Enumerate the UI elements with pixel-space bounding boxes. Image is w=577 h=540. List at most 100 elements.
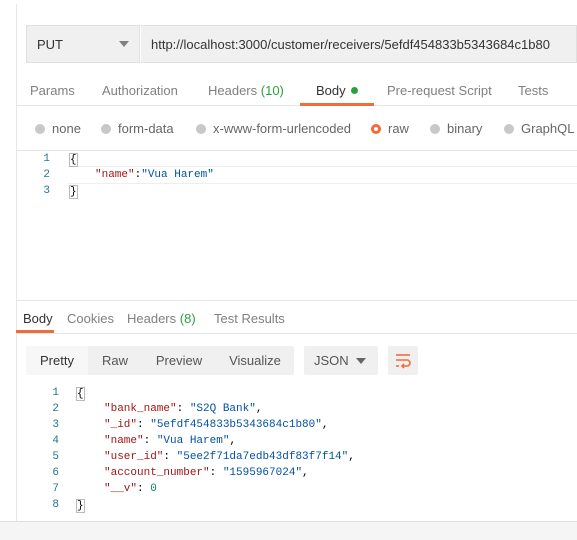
radio-urlencoded-label: x-www-form-urlencoded bbox=[213, 121, 351, 136]
line-number: 7 bbox=[52, 483, 59, 495]
tab-body-label: Body bbox=[316, 83, 346, 98]
tab-params[interactable]: Params bbox=[30, 83, 75, 98]
radio-off-icon bbox=[504, 124, 514, 134]
chevron-down-icon bbox=[356, 358, 366, 364]
tab-body[interactable]: Body bbox=[316, 83, 358, 98]
format-select[interactable]: JSON bbox=[304, 346, 378, 375]
code-line: "_id": "5efdf454833b5343684c1b80", bbox=[104, 419, 329, 431]
json-comma: , bbox=[321, 419, 329, 431]
radio-off-icon bbox=[430, 124, 440, 134]
radio-off-icon bbox=[101, 124, 111, 134]
radio-none[interactable]: none bbox=[35, 121, 81, 136]
json-comma: , bbox=[302, 467, 309, 479]
modified-dot-icon bbox=[350, 87, 358, 94]
pretty-button[interactable]: Pretty bbox=[26, 346, 88, 375]
tab-test-results[interactable]: Test Results bbox=[214, 311, 285, 326]
open-brace: { bbox=[69, 153, 78, 167]
url-input[interactable]: http://localhost:3000/customer/receivers… bbox=[141, 25, 577, 63]
tab-headers[interactable]: Headers (10) bbox=[208, 83, 284, 98]
line-number: 4 bbox=[52, 435, 59, 447]
json-key: "account_number" bbox=[104, 467, 210, 479]
method-label: PUT bbox=[37, 37, 63, 52]
json-key: "user_id" bbox=[104, 451, 164, 463]
headers-count: (10) bbox=[260, 83, 284, 98]
raw-button[interactable]: Raw bbox=[88, 346, 142, 375]
response-headers-count: (8) bbox=[179, 311, 196, 326]
line-number: 3 bbox=[52, 419, 59, 431]
line-number: 1 bbox=[43, 153, 50, 165]
wrap-lines-button[interactable] bbox=[388, 346, 418, 375]
view-mode-group: Pretty Raw Preview Visualize bbox=[26, 346, 294, 375]
response-tabs-divider bbox=[16, 333, 577, 334]
code-line: "user_id": "5ee2f71da7edb43df83f7f14", bbox=[104, 451, 355, 463]
json-key: "_id" bbox=[104, 419, 138, 431]
json-comma: , bbox=[348, 451, 355, 463]
code-line: "__v": 0 bbox=[104, 483, 157, 495]
line-number: 1 bbox=[52, 387, 59, 399]
line-number: 2 bbox=[52, 403, 59, 415]
radio-off-icon bbox=[196, 124, 206, 134]
radio-off-icon bbox=[35, 124, 45, 134]
json-value: 0 bbox=[150, 483, 157, 495]
radio-binary-label: binary bbox=[447, 121, 483, 136]
code-line: "bank_name": "S2Q Bank", bbox=[104, 403, 263, 415]
json-value: "S2Q Bank" bbox=[189, 403, 256, 415]
code-line: "name":"Vua Harem" bbox=[95, 169, 214, 181]
tab-pre-request-script[interactable]: Pre-request Script bbox=[387, 83, 492, 98]
json-comma: , bbox=[255, 403, 263, 415]
radio-graphql[interactable]: GraphQL bbox=[504, 121, 574, 136]
json-value: "Vua Harem" bbox=[156, 435, 230, 447]
line-number: 2 bbox=[43, 169, 50, 181]
line-number: 8 bbox=[52, 499, 59, 511]
json-value: "5ee2f71da7edb43df83f7f14" bbox=[176, 451, 349, 463]
top-strip bbox=[16, 0, 577, 4]
response-tabs: Body Cookies Headers (8) Test Results bbox=[16, 305, 577, 333]
radio-binary[interactable]: binary bbox=[430, 121, 482, 136]
pane-divider[interactable] bbox=[16, 300, 577, 301]
request-body-editor[interactable]: 1 2 3 { "name":"Vua Harem" } bbox=[16, 150, 577, 301]
format-label: JSON bbox=[314, 353, 349, 368]
line-number: 3 bbox=[43, 185, 50, 197]
radio-form-data-label: form-data bbox=[118, 121, 174, 136]
tab-response-body[interactable]: Body bbox=[23, 311, 53, 326]
json-value: "5efdf454833b5343684c1b80" bbox=[150, 419, 322, 431]
close-brace: } bbox=[69, 185, 78, 199]
json-value: "1595967024" bbox=[222, 467, 303, 479]
tab-response-headers-label: Headers bbox=[127, 311, 177, 326]
radio-raw-label: raw bbox=[388, 121, 409, 136]
preview-button[interactable]: Preview bbox=[142, 346, 216, 375]
left-panel-edge bbox=[0, 0, 17, 521]
wrap-lines-icon bbox=[396, 354, 411, 369]
code-line: "account_number": "1595967024", bbox=[104, 467, 309, 479]
active-tab-indicator bbox=[300, 103, 374, 106]
tab-response-headers[interactable]: Headers (8) bbox=[127, 311, 196, 326]
tab-cookies[interactable]: Cookies bbox=[67, 311, 114, 326]
method-select[interactable]: PUT bbox=[26, 25, 140, 63]
json-key: "name" bbox=[104, 435, 144, 447]
radio-graphql-label: GraphQL bbox=[521, 121, 575, 136]
open-brace: { bbox=[76, 387, 85, 401]
status-bar bbox=[0, 521, 577, 540]
radio-urlencoded[interactable]: x-www-form-urlencoded bbox=[196, 121, 351, 136]
tab-tests[interactable]: Tests bbox=[518, 83, 548, 98]
radio-on-icon bbox=[371, 124, 381, 134]
response-body-viewer[interactable]: 1 2 3 4 5 6 7 8 { "bank_name": "S2Q Bank… bbox=[16, 384, 577, 514]
line-number: 5 bbox=[52, 451, 59, 463]
radio-none-label: none bbox=[52, 121, 81, 136]
visualize-button[interactable]: Visualize bbox=[216, 346, 294, 375]
json-key: "__v" bbox=[104, 483, 138, 495]
chevron-down-icon bbox=[119, 41, 129, 47]
json-key: "bank_name" bbox=[104, 403, 177, 415]
url-text: http://localhost:3000/customer/receivers… bbox=[151, 37, 550, 52]
close-brace: } bbox=[76, 499, 85, 513]
tab-headers-label: Headers bbox=[208, 83, 258, 98]
radio-raw[interactable]: raw bbox=[371, 121, 409, 136]
tab-authorization[interactable]: Authorization bbox=[102, 83, 178, 98]
code-line: "name": "Vua Harem", bbox=[104, 435, 237, 447]
request-bar: PUT http://localhost:3000/customer/recei… bbox=[26, 25, 577, 63]
json-key: "name" bbox=[95, 169, 135, 181]
body-type-options: none form-data x-www-form-urlencoded raw… bbox=[16, 118, 577, 140]
json-value: "Vua Harem" bbox=[141, 169, 214, 181]
line-number: 6 bbox=[52, 467, 59, 479]
radio-form-data[interactable]: form-data bbox=[101, 121, 174, 136]
